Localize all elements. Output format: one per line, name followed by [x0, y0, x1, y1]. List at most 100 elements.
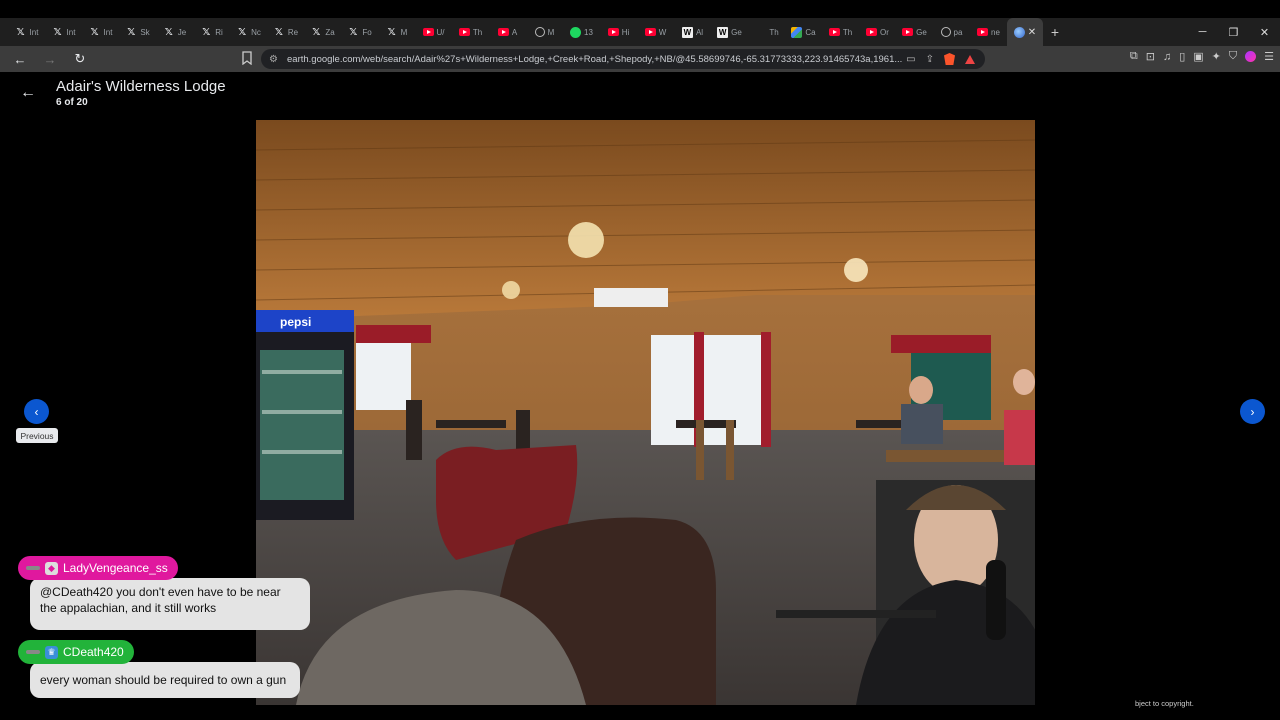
tab-label: Ca: [805, 27, 816, 37]
maps-icon: [791, 26, 803, 38]
browser-tab[interactable]: 𝕏 Int: [82, 18, 119, 46]
browser-tab[interactable]: 𝕏 Int: [8, 18, 45, 46]
youtube-icon: [607, 28, 619, 36]
chevron-left-icon: ‹: [34, 404, 39, 419]
tab-label: Int: [103, 27, 113, 37]
extensions-icon[interactable]: ⧉: [1130, 50, 1138, 63]
x-icon: 𝕏: [312, 26, 321, 38]
tab-label: Al: [695, 27, 704, 37]
browser-tab[interactable]: W: [637, 18, 674, 46]
youtube-icon: [828, 28, 840, 36]
back-arrow-icon[interactable]: ←: [20, 84, 36, 102]
minimize-icon[interactable]: ─: [1187, 26, 1218, 38]
browser-tab[interactable]: 𝕏 Ri: [193, 18, 230, 46]
tab-label: W: [658, 27, 667, 37]
reload-icon[interactable]: ↻: [70, 49, 90, 69]
music-icon[interactable]: ♫: [1163, 51, 1171, 63]
youtube-icon: [977, 28, 989, 36]
browser-tab[interactable]: ne: [970, 18, 1007, 46]
chat-message: every woman should be required to own a …: [30, 662, 300, 698]
x-icon: 𝕏: [53, 26, 62, 38]
browser-tab[interactable]: Th: [452, 18, 489, 46]
circle-icon: [534, 27, 545, 37]
wikipedia-icon: W: [681, 26, 693, 38]
window-controls: ─ ❐ ✕: [1187, 18, 1280, 46]
tab-label: Za: [325, 27, 335, 37]
tab-label: Je: [177, 27, 187, 37]
tab-label: Ri: [215, 27, 223, 37]
browser-tab[interactable]: Th: [822, 18, 859, 46]
leo-icon[interactable]: ✦: [1212, 50, 1221, 63]
brave-rewards-icon[interactable]: [965, 54, 975, 64]
profile-icon[interactable]: [1245, 51, 1257, 62]
place-title: Adair's Wilderness Lodge: [56, 78, 226, 95]
browser-tab[interactable]: 𝕏M: [378, 18, 415, 46]
browser-tab[interactable]: pa: [933, 18, 970, 46]
close-tab-icon[interactable]: ✕: [1028, 27, 1036, 38]
back-nav-icon[interactable]: ←: [10, 49, 30, 69]
restore-icon[interactable]: ❐: [1218, 26, 1249, 39]
photo-viewer-header: ← Adair's Wilderness Lodge 6 of 20: [0, 72, 1280, 116]
emote-icon: [26, 650, 40, 654]
youtube-icon: [422, 28, 434, 36]
close-window-icon[interactable]: ✕: [1249, 26, 1280, 39]
browser-tab[interactable]: 13: [563, 18, 600, 46]
tab-label: Th: [769, 27, 779, 37]
previous-tooltip: Previous: [16, 428, 58, 443]
x-icon: 𝕏: [274, 26, 283, 38]
x-icon: 𝕏: [127, 26, 136, 38]
tab-label: A: [511, 27, 518, 37]
next-photo-button[interactable]: ›: [1240, 399, 1265, 424]
brave-shield-icon[interactable]: [944, 53, 955, 65]
tab-label: Nc: [251, 27, 261, 37]
tab-strip: 𝕏 Int 𝕏 Int 𝕏 Int 𝕏 Sk 𝕏 Je 𝕏 Ri 𝕏 Nc 𝕏 Re 𝕏 Za 𝕏 Fo 𝕏 M U/Th A…: [0, 18, 1280, 46]
tab-label: Or: [880, 27, 889, 37]
browser-tab[interactable]: U/: [415, 18, 452, 46]
extension-icons: ⧉ ⊡ ♫ ▯ ▣ ✦ ⛉ ☰: [1130, 50, 1274, 63]
circle-icon: [940, 27, 951, 37]
tab-label: Hi: [621, 27, 630, 37]
copyright-notice: bject to copyright.: [1135, 699, 1194, 708]
youtube-icon: [866, 28, 878, 36]
youtube-icon: [458, 28, 470, 36]
browser-tab[interactable]: W Al: [674, 18, 711, 46]
youtube-icon: [497, 28, 509, 36]
previous-photo-button[interactable]: ‹: [24, 399, 49, 424]
tab-label: Sk: [140, 27, 150, 37]
site-settings-icon[interactable]: ⚙: [269, 54, 281, 65]
browser-tab[interactable]: 𝕏 Je: [156, 18, 193, 46]
tab-label: ne: [991, 27, 1000, 37]
browser-tab[interactable]: 𝕏 Re: [267, 18, 304, 46]
browser-tab[interactable]: 𝕏 Int: [45, 18, 82, 46]
browser-tab-active[interactable]: ✕: [1007, 18, 1043, 46]
browser-tab[interactable]: W Ge: [711, 18, 748, 46]
browser-tab[interactable]: 𝕏 Nc: [230, 18, 267, 46]
browser-tab[interactable]: Th: [748, 18, 785, 46]
forward-nav-icon[interactable]: →: [40, 49, 60, 69]
browser-tab[interactable]: M: [526, 18, 563, 46]
chat-username-badge: ♛ CDeath420: [18, 640, 134, 664]
tab-label: Ge: [916, 27, 927, 37]
media-icon[interactable]: ⊡: [1146, 50, 1155, 63]
new-tab-icon[interactable]: +: [1043, 24, 1067, 40]
browser-tab[interactable]: A: [489, 18, 526, 46]
vpn-icon[interactable]: ⛉: [1229, 50, 1237, 63]
tab-label: Th: [842, 27, 853, 37]
bookmark-icon[interactable]: [241, 51, 253, 65]
menu-icon[interactable]: ☰: [1264, 50, 1274, 63]
browser-tab[interactable]: 𝕏 Za: [304, 18, 341, 46]
browser-tab[interactable]: Ge: [896, 18, 933, 46]
browser-tab[interactable]: Or: [859, 18, 896, 46]
wallet-icon[interactable]: ▣: [1193, 50, 1203, 63]
browser-tab[interactable]: Hi: [600, 18, 637, 46]
browser-tab[interactable]: Ca: [785, 18, 822, 46]
x-icon: 𝕏: [16, 26, 25, 38]
tab-label: Ge: [731, 27, 742, 37]
browser-tab[interactable]: 𝕏 Fo: [341, 18, 378, 46]
cast-icon[interactable]: ▭: [906, 54, 915, 65]
sidebar-icon[interactable]: ▯: [1179, 50, 1185, 63]
browser-tab[interactable]: 𝕏 Sk: [119, 18, 156, 46]
address-bar[interactable]: ⚙ earth.google.com/web/search/Adair%27s+…: [261, 49, 985, 69]
share-icon[interactable]: ⇪: [926, 54, 934, 65]
photo-counter: 6 of 20: [56, 97, 88, 108]
